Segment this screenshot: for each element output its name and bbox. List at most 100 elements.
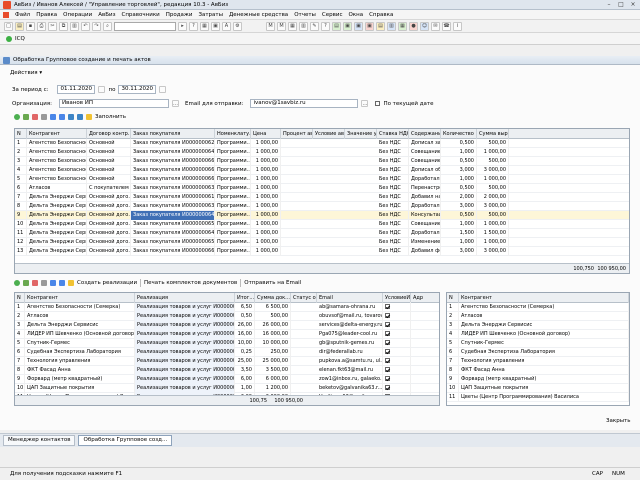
taskbar-item-0[interactable]: Менеджер контактов — [3, 435, 76, 446]
sales-col-header[interactable]: Итог... — [235, 293, 255, 303]
sales-cell-email[interactable]: dir@federallab.ru — [317, 347, 383, 357]
sales-cell-real[interactable]: Реализация товаров и услуг И000000... — [135, 356, 235, 366]
sales-cell-real[interactable]: Реализация товаров и услуг И000000... — [135, 320, 235, 330]
mid-down-icon[interactable] — [59, 280, 65, 286]
m-minus-icon[interactable]: M — [277, 21, 286, 31]
info-icon[interactable]: i — [453, 21, 462, 31]
table-row[interactable]: 13Дельта Энерджи СервисисОсновной дого..… — [15, 246, 629, 256]
sales-cell-real[interactable]: Реализация товаров и услуг И000000... — [135, 383, 235, 393]
phone-icon[interactable]: ☎ — [442, 21, 451, 31]
font-icon[interactable]: A — [222, 21, 231, 31]
organization-input[interactable]: Иванов ИП — [59, 99, 170, 108]
move-down-icon[interactable] — [59, 114, 65, 120]
sales-col-header[interactable]: N — [15, 293, 25, 303]
menu-item-5[interactable]: Продажи — [163, 10, 196, 20]
note-icon[interactable]: ✎ — [310, 21, 319, 31]
fill-button[interactable]: Заполнить — [95, 114, 126, 120]
condition-checkbox[interactable] — [385, 339, 390, 345]
sales-cell-real[interactable]: Реализация товаров и услуг И000000... — [135, 374, 235, 384]
help-icon[interactable]: ? — [189, 21, 198, 31]
top-col-header[interactable]: Значение ус... — [345, 129, 377, 139]
m-plus-icon[interactable]: M — [266, 21, 275, 31]
mail-icon[interactable]: ✉ — [431, 21, 440, 31]
sales-cell-email[interactable]: zow1@inbox.ru, galaeko... — [317, 374, 383, 384]
calendar-to-icon[interactable] — [159, 86, 167, 93]
undo-icon[interactable]: ↶ — [81, 21, 90, 31]
condition-checkbox[interactable] — [385, 321, 390, 327]
journal-icon[interactable]: ▥ — [387, 21, 396, 31]
period-to-input[interactable]: 30.11.2020 — [118, 85, 157, 94]
org-select-icon[interactable]: … — [172, 100, 180, 107]
top-col-header[interactable]: Ставка НДС — [377, 129, 409, 139]
copy-row-icon[interactable] — [23, 114, 29, 120]
condition-checkbox[interactable] — [385, 312, 390, 318]
current-date-checkbox[interactable] — [375, 101, 381, 106]
condition-checkbox[interactable] — [385, 384, 390, 390]
condition-checkbox[interactable] — [385, 303, 390, 309]
minimize-button[interactable]: – — [604, 1, 614, 9]
mid-add-icon[interactable] — [14, 280, 20, 286]
user-icon[interactable]: ☺ — [420, 21, 429, 31]
sales-cell-real[interactable]: Реализация товаров и услуг И000000... — [135, 347, 235, 357]
copy-icon[interactable]: ⧉ — [59, 21, 68, 31]
menu-item-2[interactable]: Операции — [60, 10, 95, 20]
sales-cell-email[interactable]: elenan.fkt63@mail.ru — [317, 365, 383, 375]
sales-col-header[interactable]: Контрагент — [25, 293, 135, 303]
maximize-button[interactable]: □ — [616, 1, 626, 9]
actions-menu[interactable]: Действия ▾ — [10, 70, 42, 76]
email-input[interactable]: ivanov@1savbiz.ru — [250, 99, 359, 108]
mid-delete-icon[interactable] — [32, 280, 38, 286]
contractors-col-header[interactable]: Контрагент — [459, 293, 629, 303]
move-up-icon[interactable] — [50, 114, 56, 120]
top-col-header[interactable]: N — [15, 129, 27, 139]
paste-icon[interactable]: ▥ — [70, 21, 79, 31]
menu-item-4[interactable]: Справочники — [119, 10, 163, 20]
doc-green-icon[interactable]: ▣ — [343, 21, 352, 31]
top-col-header[interactable]: Номенклату... — [215, 129, 251, 139]
cut-icon[interactable]: ✂ — [48, 21, 57, 31]
top-col-header[interactable]: Заказ покупателя — [131, 129, 215, 139]
icq-flower-icon[interactable] — [6, 35, 12, 42]
create-sales-button[interactable]: Создать реализации — [77, 280, 137, 286]
menu-app-icon[interactable] — [3, 11, 9, 18]
close-window-button[interactable]: × — [628, 1, 638, 9]
print-icon[interactable]: ⎙ — [37, 21, 46, 31]
sales-cell-email[interactable]: Pga075@leader-cool.ru — [317, 329, 383, 339]
mid-up-icon[interactable] — [50, 280, 56, 286]
delete-row-icon[interactable] — [32, 114, 38, 120]
top-col-header[interactable]: Договор контр... — [87, 129, 131, 139]
condition-checkbox[interactable] — [385, 330, 390, 336]
top-col-header[interactable]: Количество — [441, 129, 477, 139]
menu-item-3[interactable]: АвБиз — [95, 10, 118, 20]
fill-icon[interactable] — [86, 114, 92, 120]
find-icon[interactable]: ⌕ — [103, 21, 112, 31]
sort-desc-icon[interactable] — [77, 114, 83, 120]
help2-icon[interactable]: ? — [321, 21, 330, 31]
sort-asc-icon[interactable] — [68, 114, 74, 120]
sales-col-header[interactable]: Email — [317, 293, 383, 303]
sales-col-header[interactable]: Реализация — [135, 293, 235, 303]
calendar-from-icon[interactable] — [98, 86, 106, 93]
mid-copy-icon[interactable] — [23, 280, 29, 286]
sales-cell-email[interactable]: services@delta-energy.ru — [317, 320, 383, 330]
sales-cell-email[interactable]: pupkova.a@samtu.ru, ul... — [317, 356, 383, 366]
calc-icon[interactable]: ▣ — [211, 21, 220, 31]
settings-icon[interactable]: ⚙ — [233, 21, 242, 31]
report-icon[interactable]: ▦ — [398, 21, 407, 31]
create-sales-icon[interactable] — [68, 280, 74, 286]
sales-col-header[interactable]: Сумма док... — [255, 293, 291, 303]
sales-cell-real[interactable]: Реализация товаров и услуг И000000... — [135, 302, 235, 312]
sales-col-header[interactable]: Статус о... — [291, 293, 317, 303]
search-combo[interactable] — [114, 21, 176, 31]
menu-item-6[interactable]: Затраты — [195, 10, 226, 20]
doc-blue-icon[interactable]: ▣ — [354, 21, 363, 31]
sales-cell-email[interactable]: gb@sputnik-gemes.ru — [317, 338, 383, 348]
top-col-header[interactable]: Содержание... — [409, 129, 441, 139]
condition-checkbox[interactable] — [385, 366, 390, 372]
period-from-input[interactable]: 01.11.2020 — [57, 85, 96, 94]
doc-red-icon[interactable]: ▣ — [365, 21, 374, 31]
new-doc-icon[interactable]: □ — [4, 21, 13, 31]
stop-icon[interactable]: ● — [409, 21, 418, 31]
calendar2-icon[interactable]: ▥ — [299, 21, 308, 31]
condition-checkbox[interactable] — [385, 348, 390, 354]
